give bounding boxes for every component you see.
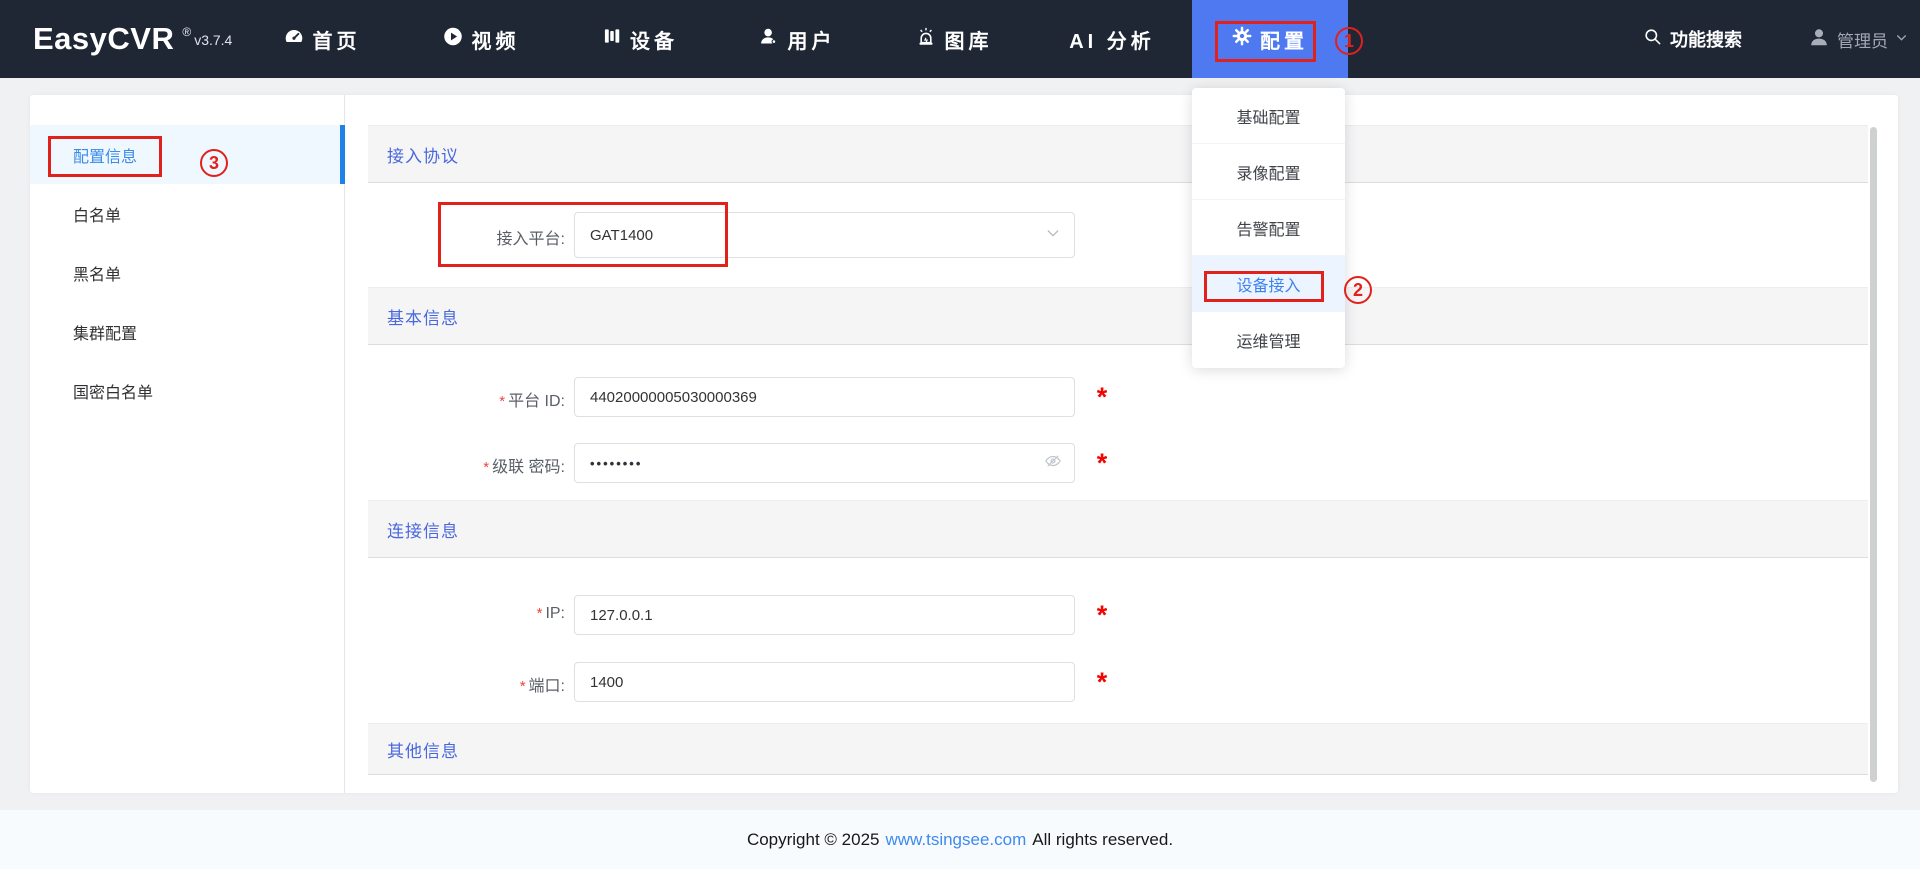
required-marker: *	[1087, 382, 1117, 413]
app-logo[interactable]: EasyCVR ® v3.7.4	[33, 0, 232, 78]
required-asterisk: *	[499, 393, 505, 410]
ip-input[interactable]: 127.0.0.1	[574, 595, 1075, 635]
nav-item-home[interactable]: 首页	[284, 0, 361, 78]
required-marker: *	[1087, 448, 1117, 479]
nav-item-label: 视频	[472, 25, 520, 54]
select-value: GAT1400	[590, 227, 653, 244]
sidebar-item-label: 配置信息	[73, 143, 137, 167]
nav-item-label: 图库	[945, 25, 993, 54]
required-marker: *	[1087, 600, 1117, 631]
input-value: 127.0.0.1	[590, 607, 653, 624]
input-value: 1400	[590, 674, 623, 691]
app-version: v3.7.4	[194, 32, 232, 48]
nav-item-config-active[interactable]: 配置	[1192, 0, 1348, 78]
nav-item-user[interactable]: 用户	[759, 0, 836, 78]
form-scrollbar[interactable]	[1870, 127, 1877, 782]
dashboard-icon	[284, 26, 305, 53]
cascade-password-input[interactable]: ••••••••	[574, 443, 1075, 483]
chevron-down-icon	[1895, 29, 1908, 49]
password-dots: ••••••••	[590, 456, 642, 471]
nav-item-video[interactable]: 视频	[443, 0, 520, 78]
copyright-suffix: All rights reserved.	[1032, 830, 1173, 850]
gallery-beacon-icon	[916, 26, 937, 53]
nav-item-gallery[interactable]: 图库	[916, 0, 993, 78]
required-marker: *	[1087, 667, 1117, 698]
required-asterisk: *	[520, 678, 526, 695]
sidebar-item-whitelist[interactable]: 白名单	[30, 184, 344, 243]
section-access-protocol: 接入协议	[368, 125, 1868, 183]
cascade-password-label: *级联 密码:	[368, 453, 565, 477]
menu-item-ops-management[interactable]: 运维管理	[1192, 312, 1345, 368]
device-bars-icon	[602, 26, 622, 52]
menu-item-record-config[interactable]: 录像配置	[1192, 144, 1345, 200]
admin-avatar-icon	[1808, 26, 1830, 53]
port-input[interactable]: 1400	[574, 662, 1075, 702]
nav-item-device[interactable]: 设备	[602, 0, 678, 78]
top-navbar: EasyCVR ® v3.7.4 首页 视频 设备 用户	[0, 0, 1920, 78]
config-dropdown-menu: 基础配置 录像配置 告警配置 设备接入 运维管理	[1192, 88, 1345, 368]
nav-item-label: 设备	[630, 25, 678, 54]
registered-mark: ®	[182, 25, 191, 39]
eye-off-icon[interactable]	[1044, 452, 1062, 474]
device-access-form: 接入协议 接入平台: GAT1400 基本信息 *平台 ID: 44020000…	[345, 95, 1898, 793]
sidebar-item-label: 黑名单	[73, 261, 121, 285]
search-label: 功能搜索	[1670, 26, 1742, 52]
content-card: 配置信息 白名单 黑名单 集群配置 国密白名单 接入协议	[30, 95, 1898, 793]
sidebar-item-cluster-config[interactable]: 集群配置	[30, 302, 344, 361]
sidebar-item-label: 白名单	[73, 202, 121, 226]
menu-item-basic-config[interactable]: 基础配置	[1192, 88, 1345, 144]
nav-item-label: 首页	[313, 25, 361, 54]
admin-label: 管理员	[1837, 27, 1888, 52]
sidebar-item-config-info[interactable]: 配置信息	[30, 125, 344, 184]
sidebar-item-gm-whitelist[interactable]: 国密白名单	[30, 361, 344, 420]
user-icon	[759, 26, 780, 53]
nav-item-ai-analysis[interactable]: AI 分析	[1069, 0, 1155, 78]
ip-label: *IP:	[368, 605, 565, 623]
play-circle-icon	[443, 26, 464, 53]
easycvr-config-page: EasyCVR ® v3.7.4 首页 视频 设备 用户	[0, 0, 1920, 869]
required-asterisk: *	[483, 459, 489, 476]
menu-item-device-access[interactable]: 设备接入	[1192, 256, 1345, 312]
section-basic-info: 基本信息	[368, 287, 1868, 345]
nav-item-label: 配置	[1260, 25, 1308, 54]
section-title: 基本信息	[387, 304, 459, 329]
required-asterisk: *	[537, 605, 543, 622]
access-platform-select[interactable]: GAT1400	[574, 212, 1075, 258]
chevron-down-icon	[1045, 225, 1061, 245]
platform-id-label: *平台 ID:	[368, 387, 565, 411]
section-connection-info: 连接信息	[368, 500, 1868, 558]
input-value: 44020000005030000369	[590, 389, 757, 406]
section-title: 其他信息	[387, 737, 459, 762]
gear-icon	[1232, 26, 1252, 52]
menu-item-alarm-config[interactable]: 告警配置	[1192, 200, 1345, 256]
section-title: 连接信息	[387, 517, 459, 542]
sidebar-item-label: 集群配置	[73, 320, 137, 344]
function-search[interactable]: 功能搜索	[1643, 0, 1742, 78]
copyright-prefix: Copyright © 2025	[747, 830, 880, 850]
platform-id-input[interactable]: 44020000005030000369	[574, 377, 1075, 417]
settings-sidebar: 配置信息 白名单 黑名单 集群配置 国密白名单	[30, 95, 345, 793]
sidebar-item-blacklist[interactable]: 黑名单	[30, 243, 344, 302]
nav-item-label: 用户	[788, 25, 836, 54]
platform-label: 接入平台:	[368, 225, 565, 249]
section-title: 接入协议	[387, 142, 459, 167]
section-other-info: 其他信息	[368, 723, 1868, 775]
sidebar-item-label: 国密白名单	[73, 379, 153, 403]
port-label: *端口:	[368, 672, 565, 696]
search-icon	[1643, 27, 1662, 51]
tsingsee-link[interactable]: www.tsingsee.com	[885, 830, 1026, 850]
app-name: EasyCVR	[33, 21, 174, 57]
nav-item-label: AI 分析	[1069, 25, 1155, 54]
footer: Copyright © 2025 www.tsingsee.com All ri…	[0, 810, 1920, 869]
admin-menu[interactable]: 管理员	[1808, 0, 1908, 78]
